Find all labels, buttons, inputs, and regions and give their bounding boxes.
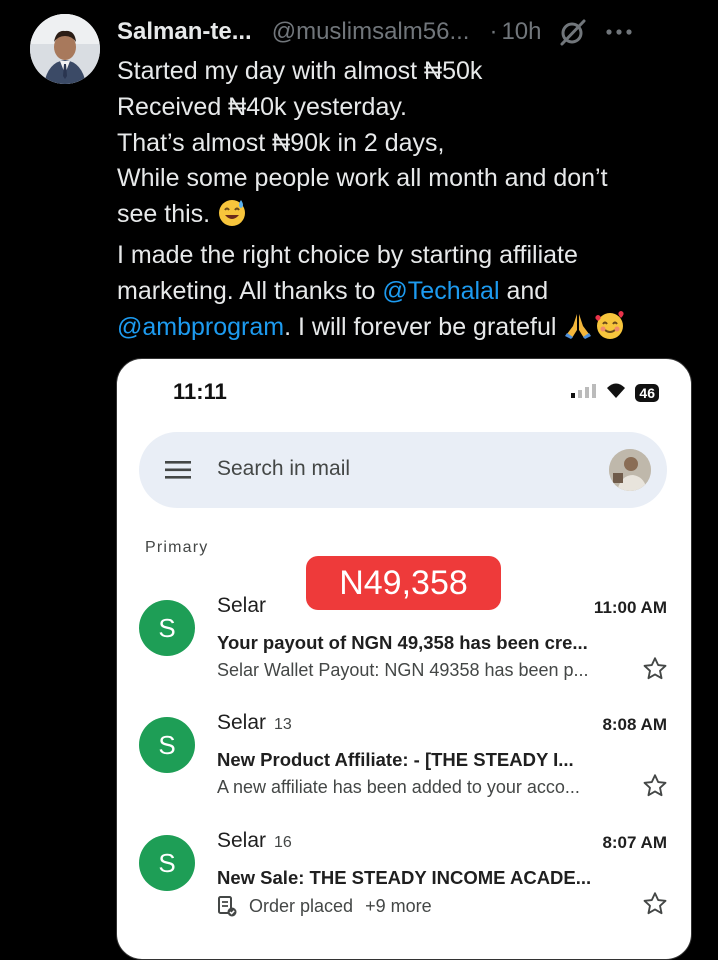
email-snippet: Selar Wallet Payout: NGN 49358 has been … (217, 660, 589, 681)
account-avatar[interactable] (609, 449, 651, 491)
email-row[interactable]: S Selar 13 8:08 AM New Product Affiliate:… (117, 711, 691, 825)
email-snippet: A new affiliate has been added to your a… (217, 777, 580, 798)
email-time: 11:00 AM (593, 598, 667, 617)
hamburger-menu-icon[interactable] (165, 460, 191, 485)
mention-techalal[interactable]: @Techalal (382, 277, 499, 305)
sender-avatar: S (139, 600, 195, 656)
highlight-amount-badge: N49,358 (306, 556, 501, 610)
tweet-line: see this. (117, 197, 677, 238)
tweet-time[interactable]: 10h (501, 18, 541, 46)
folded-hands-emoji-icon (563, 310, 593, 351)
battery-indicator: 46 (635, 383, 659, 402)
separator-dot: · (489, 18, 498, 45)
email-subject: New Product Affiliate: - [THE STEADY I..… (217, 749, 574, 770)
tweet-header: Salman-te... @muslimsalm56... · 10h (117, 14, 698, 50)
sender-label: Selar (217, 829, 267, 852)
snippet-text: Order placed (249, 895, 354, 916)
status-bar-icons: 46 (571, 381, 659, 404)
email-subject: Your payout of NGN 49,358 has been cre..… (217, 632, 588, 653)
email-subject: New Sale: THE STEADY INCOME ACADE... (217, 867, 592, 888)
search-bar[interactable]: Search in mail (139, 432, 667, 508)
grok-icon[interactable] (558, 17, 588, 47)
status-bar-time: 11:11 (173, 379, 227, 404)
email-snippet: Order placed +9 more (217, 895, 432, 917)
tweet-line: I made the right choice by starting affi… (117, 240, 578, 269)
sender-avatar: S (139, 835, 195, 891)
sender-label: Selar (217, 711, 267, 734)
star-icon[interactable] (641, 655, 669, 688)
tweet-line: Received ₦40k yesterday. (117, 92, 407, 121)
mention-ambprogram[interactable]: @ambprogram (117, 313, 284, 341)
tweet-line: marketing. All thanks to @Techalal and (117, 274, 677, 310)
section-label-primary: Primary (145, 539, 209, 556)
tweet-line: Started my day with almost ₦50k (117, 57, 483, 85)
thread-count: 13 (274, 716, 292, 733)
sweat-smile-emoji-icon (217, 197, 247, 238)
email-time: 8:08 AM (602, 715, 667, 734)
more-items-count: +9 more (365, 895, 432, 916)
tweet-line: While some people work all month and don… (117, 164, 608, 193)
snippet-text: A new affiliate has been added to your a… (217, 777, 580, 797)
tweet-body: Started my day with almost ₦50k Received… (117, 54, 677, 350)
sender-label: Selar (217, 594, 267, 617)
email-row[interactable]: S Selar 11:00 AM Your payout of NGN 49,3… (117, 594, 691, 708)
wifi-icon (605, 381, 627, 404)
smiling-hearts-emoji-icon (593, 310, 627, 351)
search-input[interactable]: Search in mail (217, 457, 350, 481)
attached-image[interactable]: 11:11 46 Search in mail Primary S Selar … (116, 358, 692, 960)
tweet-line-text: and (499, 276, 549, 305)
sender-name: Selar (217, 594, 266, 618)
author-name[interactable]: Salman-te... (117, 18, 252, 46)
star-icon[interactable] (641, 890, 669, 923)
thread-count: 16 (274, 834, 292, 851)
tweet-line-text: . I will forever be grateful (284, 312, 557, 341)
more-options-icon[interactable] (605, 28, 632, 36)
signal-icon (571, 382, 597, 403)
sender-name: Selar 13 (217, 711, 292, 735)
email-time: 8:07 AM (602, 833, 667, 852)
tweet-line-text: see this. (117, 200, 211, 229)
email-row[interactable]: S Selar 16 8:07 AM New Sale: THE STEADY I… (117, 829, 691, 943)
author-avatar[interactable] (30, 14, 100, 84)
sender-avatar: S (139, 717, 195, 773)
tweet-line: That’s almost ₦90k in 2 days, (117, 128, 445, 157)
tweet-line-text: marketing. All thanks to (117, 276, 383, 305)
sender-name: Selar 16 (217, 829, 292, 853)
author-handle[interactable]: @muslimsalm56... (272, 18, 470, 46)
order-receipt-icon (217, 895, 237, 917)
snippet-text: Selar Wallet Payout: NGN 49358 has been … (217, 660, 589, 680)
tweet-line: @ambprogram. I will forever be grateful (117, 310, 677, 351)
star-icon[interactable] (641, 772, 669, 805)
